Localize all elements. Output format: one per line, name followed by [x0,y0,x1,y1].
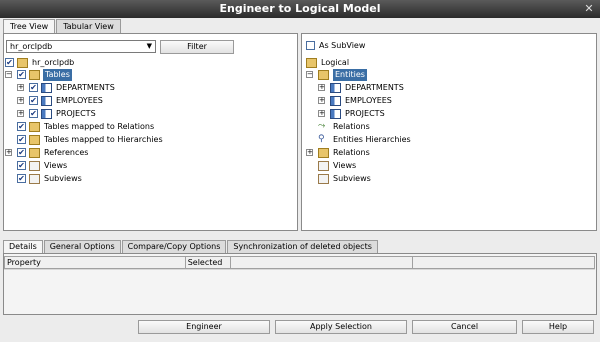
tree-node-label: References [44,148,89,157]
expand-icon[interactable]: + [318,84,325,91]
checkbox-mapped-hierarchies[interactable]: ✔ [17,135,26,144]
tab-details[interactable]: Details [3,240,43,253]
tab-synchronization-deleted[interactable]: Synchronization of deleted objects [227,240,378,253]
checkbox-table[interactable]: ✔ [29,96,38,105]
tree-node-label: Subviews [44,174,82,183]
details-grid-header: Property Selected [4,256,595,269]
tree-node-label: PROJECTS [345,109,385,118]
engineer-button[interactable]: Engineer [138,320,270,334]
chevron-down-icon: ▼ [146,42,152,50]
subviews-icon [318,174,329,184]
expand-icon[interactable]: + [306,149,313,156]
col-property: Property [5,257,186,268]
checkbox-table[interactable]: ✔ [29,109,38,118]
collapse-icon[interactable]: − [306,71,313,78]
collapse-icon[interactable]: − [5,71,12,78]
tree-node-label: Subviews [333,174,371,183]
hierarchy-icon: ⚲ [318,134,325,144]
expand-icon[interactable]: + [17,110,24,117]
folder-icon [29,135,40,145]
checkbox-subviews[interactable]: ✔ [17,174,26,183]
tab-tree-view[interactable]: Tree View [3,19,56,33]
tree-node-label: DEPARTMENTS [345,83,404,92]
checkbox-table[interactable]: ✔ [29,83,38,92]
as-subview-label: As SubView [319,41,366,50]
tree-node-label: Views [44,161,68,170]
tab-general-options[interactable]: General Options [43,240,121,253]
help-button[interactable]: Help [522,320,594,334]
logical-model-icon [306,58,317,68]
folder-icon [29,122,40,132]
relations-folder-icon [318,148,329,158]
tree-node-label: DEPARTMENTS [56,83,115,92]
subviews-icon [29,174,40,184]
expand-icon[interactable]: + [5,149,12,156]
checkbox-tables[interactable]: ✔ [17,70,26,79]
entity-icon [330,83,341,93]
checkbox-references[interactable]: ✔ [17,148,26,157]
tree-node-label: Logical [321,58,350,67]
col-selected: Selected [186,257,231,268]
tree-node-label: Relations [333,148,370,157]
as-subview-checkbox[interactable] [306,41,315,50]
checkbox-views[interactable]: ✔ [17,161,26,170]
col-blank [231,257,414,268]
close-icon[interactable]: ✕ [582,2,596,16]
folder-icon [29,70,40,80]
checkbox-mapped-relations[interactable]: ✔ [17,122,26,131]
window-title: Engineer to Logical Model [219,2,381,15]
tree-node-label: hr_orclpdb [32,58,75,67]
entity-icon [330,96,341,106]
database-folder-icon [17,58,28,68]
filter-button[interactable]: Filter [160,40,234,54]
views-icon [318,161,329,171]
tree-node-label: Views [333,161,357,170]
table-icon [41,83,52,93]
schema-select[interactable]: hr_orclpdb ▼ [6,40,156,53]
options-tabs: Details General Options Compare/Copy Opt… [3,240,379,253]
expand-icon[interactable]: + [17,97,24,104]
apply-selection-button[interactable]: Apply Selection [275,320,407,334]
expand-icon[interactable]: + [318,110,325,117]
window-titlebar: Engineer to Logical Model ✕ [0,0,600,18]
expand-icon[interactable]: + [17,84,24,91]
tree-node-label: EMPLOYEES [345,96,392,105]
views-icon [29,161,40,171]
folder-icon [318,70,329,80]
grid-divider [4,269,595,270]
tree-node-label: PROJECTS [56,109,96,118]
expand-icon[interactable]: + [318,97,325,104]
cancel-button[interactable]: Cancel [412,320,517,334]
references-folder-icon [29,148,40,158]
tab-compare-copy-options[interactable]: Compare/Copy Options [121,240,227,253]
entity-icon [330,109,341,119]
table-icon [41,109,52,119]
tree-node-label: Tables [43,69,72,81]
tree-node-label: Tables mapped to Hierarchies [44,135,163,144]
tree-node-label: EMPLOYEES [56,96,103,105]
relation-icon: ⤳ [318,121,326,131]
tree-node-label: Tables mapped to Relations [44,122,155,131]
view-tabs: Tree View Tabular View [3,19,122,33]
col-blank [413,257,594,268]
tree-node-label: Entities [333,69,367,81]
tree-node-label: Entities Hierarchies [333,135,411,144]
table-icon [41,96,52,106]
tab-tabular-view[interactable]: Tabular View [56,19,121,33]
tree-node-label: Relations [333,122,370,131]
schema-select-value: hr_orclpdb [10,42,53,51]
checkbox-root[interactable]: ✔ [5,58,14,67]
